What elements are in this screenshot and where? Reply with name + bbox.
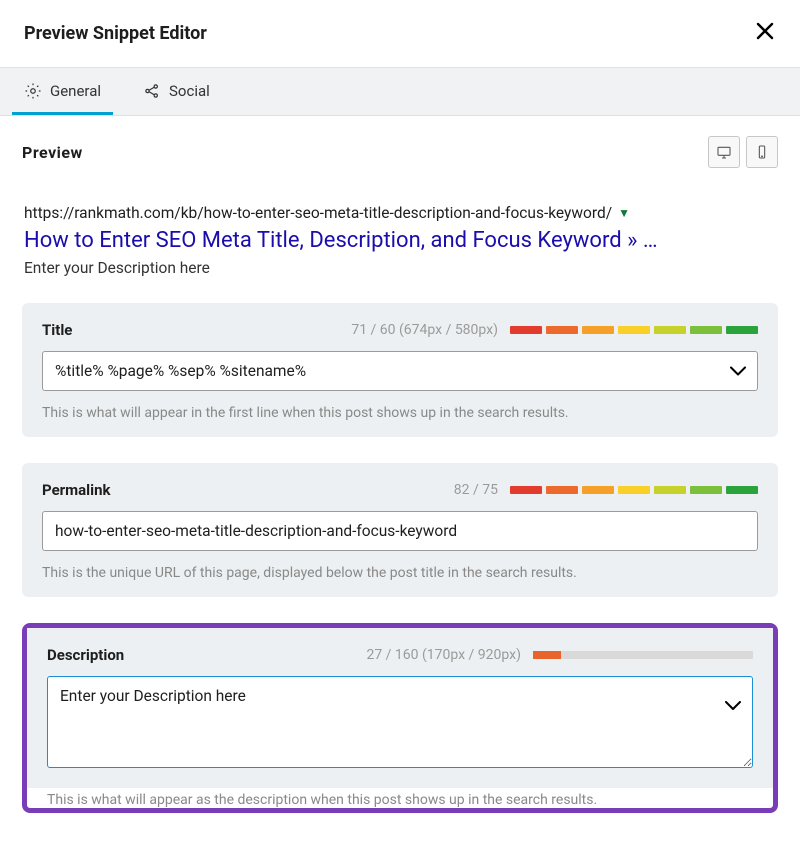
title-input[interactable]: [42, 351, 758, 391]
permalink-input[interactable]: [42, 511, 758, 551]
description-input-wrap: [47, 676, 753, 772]
permalink-input-wrap: [42, 511, 758, 551]
title-counter: 71 / 60 (674px / 580px): [351, 322, 498, 338]
description-counter: 27 / 160 (170px / 920px): [366, 647, 521, 663]
permalink-panel: Permalink 82 / 75 This is the unique URL…: [22, 463, 778, 597]
serp-preview: https://rankmath.com/kb/how-to-enter-seo…: [22, 204, 778, 277]
indicator-segment: [582, 486, 614, 494]
indicator-segment: [654, 486, 686, 494]
description-panel: Description 27 / 160 (170px / 920px): [27, 628, 773, 788]
indicator-segment: [510, 326, 542, 334]
description-field-label: Description: [47, 646, 124, 664]
modal-header: Preview Snippet Editor: [0, 0, 800, 67]
share-icon: [143, 82, 161, 100]
title-length-indicator: [510, 326, 758, 334]
indicator-segment: [690, 486, 722, 494]
serp-url-row: https://rankmath.com/kb/how-to-enter-seo…: [24, 204, 776, 222]
indicator-segment: [582, 326, 614, 334]
indicator-segment: [654, 326, 686, 334]
permalink-counter: 82 / 75: [454, 482, 498, 498]
indicator-segment: [726, 486, 758, 494]
indicator-segment: [510, 486, 542, 494]
close-icon: [754, 20, 776, 42]
serp-title: How to Enter SEO Meta Title, Description…: [24, 228, 776, 253]
permalink-help-text: This is the unique URL of this page, dis…: [42, 565, 758, 581]
permalink-field-label: Permalink: [42, 481, 111, 499]
indicator-segment: [546, 486, 578, 494]
title-input-wrap: [42, 351, 758, 391]
device-toggle-group: [708, 136, 778, 168]
mobile-preview-button[interactable]: [746, 136, 778, 168]
description-textarea[interactable]: [47, 676, 753, 768]
preview-label: Preview: [22, 143, 83, 162]
preview-header-row: Preview: [22, 136, 778, 168]
description-length-indicator: [533, 651, 753, 659]
tab-general-label: General: [50, 82, 101, 100]
description-highlight-box: Description 27 / 160 (170px / 920px) Thi…: [22, 623, 778, 813]
indicator-segment: [546, 326, 578, 334]
desktop-icon: [716, 144, 732, 160]
indicator-segment: [618, 326, 650, 334]
modal-title: Preview Snippet Editor: [24, 23, 207, 44]
permalink-length-indicator: [510, 486, 758, 494]
description-help-text: This is what will appear as the descript…: [27, 792, 773, 808]
title-field-label: Title: [42, 321, 72, 339]
close-button[interactable]: [754, 20, 776, 47]
gear-icon: [24, 82, 42, 100]
indicator-segment: [618, 486, 650, 494]
indicator-segment: [726, 326, 758, 334]
desktop-preview-button[interactable]: [708, 136, 740, 168]
tab-general[interactable]: General: [12, 68, 113, 115]
indicator-segment: [690, 326, 722, 334]
mobile-icon: [754, 144, 770, 160]
serp-url: https://rankmath.com/kb/how-to-enter-seo…: [24, 204, 612, 222]
description-length-fill: [533, 651, 561, 659]
title-panel: Title 71 / 60 (674px / 580px) This: [22, 303, 778, 437]
serp-url-menu-icon[interactable]: ▼: [618, 206, 630, 220]
tab-social[interactable]: Social: [131, 68, 222, 115]
tab-bar: General Social: [0, 67, 800, 116]
tab-social-label: Social: [169, 82, 210, 100]
serp-description: Enter your Description here: [24, 259, 776, 277]
title-help-text: This is what will appear in the first li…: [42, 405, 758, 421]
